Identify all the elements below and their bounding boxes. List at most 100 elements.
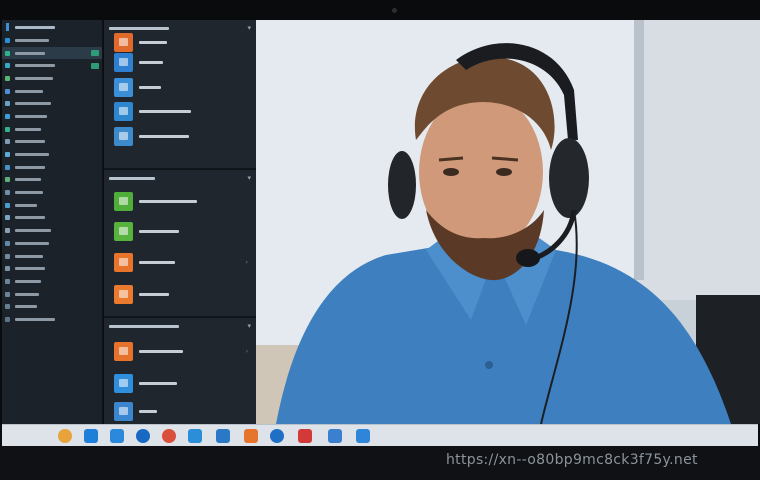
app-list-item[interactable] [104,123,256,149]
chat-icon [5,50,10,56]
sidebar-item-label-placeholder [15,191,43,195]
sidebar-item[interactable] [2,275,102,288]
sidebar-item[interactable] [2,212,102,225]
sidebar-item[interactable] [2,85,102,98]
taskbar-app[interactable] [84,428,98,444]
taskbar-app[interactable] [216,428,230,444]
mail-icon [328,429,342,443]
share-icon [5,228,10,234]
sidebar-title-placeholder [15,25,55,29]
apps-section: ▾ › [104,170,256,318]
sidebar-item-label-placeholder [15,279,41,283]
app-icon [114,33,133,52]
chevron-down-icon[interactable]: ▾ [247,174,251,182]
sidebar-item[interactable] [2,34,102,47]
sidebar-item[interactable] [2,123,102,136]
apps-section: ▾ [104,20,256,170]
app-list-item[interactable] [104,216,256,246]
sidebar-list [2,34,102,326]
apps-section-header: ▾ [104,318,256,334]
sidebar-item-label-placeholder [15,165,45,169]
apps-panel: ▾ ▾ › ▾ › [104,20,256,424]
taskbar-app[interactable] [162,428,176,444]
sidebar-item[interactable] [2,250,102,263]
app-icon [114,253,133,272]
tag-icon [5,215,10,221]
taskbar-app[interactable] [356,428,370,444]
sidebar-item-label-placeholder [15,89,43,93]
taskbar-app[interactable] [58,428,72,444]
sidebar-item[interactable] [2,59,102,72]
sidebar-item-label-placeholder [15,178,41,182]
sidebar-item[interactable] [2,300,102,313]
sidebar-item[interactable] [2,148,102,161]
window-icon [188,429,202,443]
monitor-bezel-top [0,0,760,20]
globe-icon [270,429,284,443]
sidebar-item[interactable] [2,72,102,85]
calendar-icon [5,63,10,69]
sidebar-item-label-placeholder [15,127,41,131]
app-list-item[interactable] [104,75,256,99]
app-list-item[interactable] [104,33,256,52]
plus-icon [84,429,98,443]
app-list-item[interactable]: › [104,246,256,279]
section-title-placeholder [109,324,179,328]
app-list-item[interactable]: › [104,334,256,368]
sidebar-item[interactable] [2,46,102,60]
list-icon [5,139,10,145]
chat-icon [356,429,370,443]
sidebar-item[interactable] [2,224,102,237]
sidebar-item[interactable] [2,313,102,326]
taskbar-app[interactable] [298,428,312,444]
chevron-down-icon[interactable]: ▾ [247,322,251,330]
app-list-item[interactable] [104,186,256,216]
app-list-item-label-placeholder [139,349,183,353]
app-icon [114,221,133,241]
app-list-item[interactable] [104,99,256,123]
taskbar-app[interactable] [244,428,258,444]
settings-icon [5,101,10,107]
grid-icon [5,240,10,246]
sidebar-item[interactable] [2,174,102,187]
taskbar-app[interactable] [136,428,150,444]
sidebar-item[interactable] [2,136,102,149]
section-title-placeholder [109,26,169,30]
taskbar [2,424,758,447]
chrome-icon [162,429,176,443]
sidebar-item-label-placeholder [15,254,43,258]
sidebar-item[interactable] [2,161,102,174]
chevron-right-icon[interactable]: › [246,348,248,355]
sidebar-item-label-placeholder [15,114,47,118]
app-list-item[interactable] [104,279,256,309]
user-icon [5,88,10,94]
taskbar-app[interactable] [270,428,284,444]
app-icon [114,77,133,97]
app-list-item[interactable] [104,398,256,424]
sidebar-item[interactable] [2,186,102,199]
chevron-down-icon[interactable]: ▾ [247,24,251,32]
help-icon [5,266,10,272]
sidebar-item[interactable] [2,262,102,275]
taskbar-app[interactable] [188,428,202,444]
app-list-item-label-placeholder [139,109,191,113]
sidebar-item[interactable] [2,237,102,250]
lock-icon [5,253,10,259]
app-list-item-label-placeholder [139,41,167,44]
app-list-item[interactable] [104,368,256,398]
taskbar-app[interactable] [110,428,124,444]
document-icon [5,75,10,81]
app-list-item[interactable] [104,49,256,75]
chevron-right-icon[interactable]: › [246,259,248,266]
sidebar-item-label-placeholder [15,51,45,55]
sidebar-item[interactable] [2,110,102,123]
sidebar-item[interactable] [2,97,102,110]
sidebar-item-label-placeholder [15,140,45,144]
notification-badge [91,62,99,69]
sidebar-item[interactable] [2,288,102,301]
video-feed[interactable] [256,20,760,424]
folder-icon [5,291,10,297]
taskbar-app[interactable] [328,428,342,444]
app-list-item-label-placeholder [139,261,175,264]
sidebar-item[interactable] [2,199,102,212]
